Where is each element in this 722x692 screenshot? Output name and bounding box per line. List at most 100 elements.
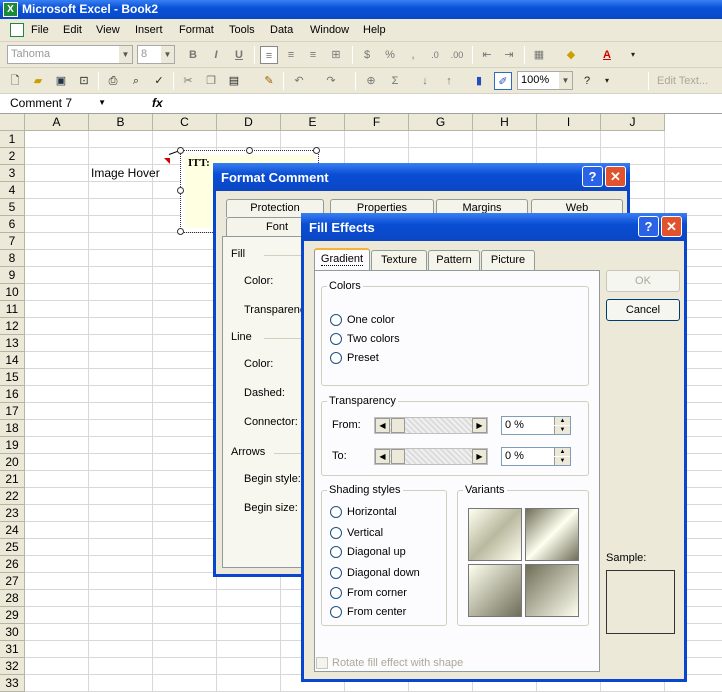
- chevron-right-icon[interactable]: ▶: [472, 449, 487, 464]
- row-header-28[interactable]: 28: [0, 590, 25, 607]
- increase-decimal-icon[interactable]: .0: [426, 46, 444, 64]
- row-header-25[interactable]: 25: [0, 539, 25, 556]
- chevron-right-icon[interactable]: ▶: [472, 418, 487, 433]
- spin-up-icon[interactable]: ▲: [554, 417, 570, 425]
- row-header-10[interactable]: 10: [0, 284, 25, 301]
- toolbar-options-icon[interactable]: ▾: [624, 46, 642, 64]
- spin-down-icon[interactable]: ▼: [554, 457, 570, 465]
- align-left-icon[interactable]: ≡: [260, 46, 278, 64]
- column-header-i[interactable]: I: [537, 114, 601, 131]
- row-header-30[interactable]: 30: [0, 624, 25, 641]
- row-header-12[interactable]: 12: [0, 318, 25, 335]
- select-all-corner[interactable]: [0, 114, 25, 131]
- horizontal-radio[interactable]: Horizontal: [330, 506, 397, 520]
- spin-down-icon[interactable]: ▼: [554, 426, 570, 434]
- row-header-15[interactable]: 15: [0, 369, 25, 386]
- chevron-left-icon[interactable]: ◀: [375, 418, 390, 433]
- new-document-icon[interactable]: 🗋: [6, 72, 24, 90]
- row-header-16[interactable]: 16: [0, 386, 25, 403]
- ok-button[interactable]: OK: [606, 270, 680, 292]
- tab-pattern[interactable]: Pattern: [428, 250, 480, 270]
- menu-data[interactable]: Data: [270, 24, 293, 36]
- fill-effects-title-bar[interactable]: Fill Effects ? ✕: [301, 213, 687, 241]
- chart-wizard-icon[interactable]: ▮: [470, 72, 488, 90]
- row-header-21[interactable]: 21: [0, 471, 25, 488]
- cancel-button[interactable]: Cancel: [606, 299, 680, 321]
- drawing-icon[interactable]: ✐: [494, 72, 512, 90]
- row-header-6[interactable]: 6: [0, 216, 25, 233]
- row-header-17[interactable]: 17: [0, 403, 25, 420]
- row-header-18[interactable]: 18: [0, 420, 25, 437]
- format-painter-icon[interactable]: ✎: [260, 72, 278, 90]
- slider-thumb[interactable]: [391, 418, 405, 433]
- row-header-1[interactable]: 1: [0, 131, 25, 148]
- to-spinner[interactable]: 0 % ▲ ▼: [501, 447, 571, 466]
- from-corner-radio[interactable]: From corner: [330, 587, 407, 601]
- row-header-11[interactable]: 11: [0, 301, 25, 318]
- format-comment-title-bar[interactable]: Format Comment ? ✕: [213, 163, 630, 191]
- row-header-5[interactable]: 5: [0, 199, 25, 216]
- spelling-icon[interactable]: ✓: [150, 72, 168, 90]
- toolbar-options-icon[interactable]: ▾: [598, 72, 616, 90]
- zoom-combo[interactable]: 100% ▼: [517, 71, 573, 90]
- row-header-20[interactable]: 20: [0, 454, 25, 471]
- print-icon[interactable]: ⎙: [104, 72, 122, 90]
- autosum-icon[interactable]: Σ: [386, 72, 404, 90]
- spin-up-icon[interactable]: ▲: [554, 448, 570, 456]
- from-spinner[interactable]: 0 % ▲ ▼: [501, 416, 571, 435]
- merge-center-icon[interactable]: ⊞: [327, 46, 345, 64]
- to-slider[interactable]: ◀ ▶: [374, 448, 488, 465]
- menu-format[interactable]: Format: [179, 24, 214, 36]
- menu-tools[interactable]: Tools: [229, 24, 255, 36]
- two-colors-radio[interactable]: Two colors: [330, 333, 400, 347]
- row-header-4[interactable]: 4: [0, 182, 25, 199]
- redo-icon[interactable]: ↷: [322, 72, 340, 90]
- open-folder-icon[interactable]: ▰: [29, 72, 47, 90]
- print-preview-icon[interactable]: ⌕: [127, 72, 145, 90]
- fx-icon[interactable]: fx: [152, 96, 163, 110]
- row-header-32[interactable]: 32: [0, 658, 25, 675]
- column-header-a[interactable]: A: [25, 114, 89, 131]
- row-header-9[interactable]: 9: [0, 267, 25, 284]
- sort-descending-icon[interactable]: ↑: [440, 72, 458, 90]
- undo-icon[interactable]: ↶: [290, 72, 308, 90]
- row-header-23[interactable]: 23: [0, 505, 25, 522]
- row-header-27[interactable]: 27: [0, 573, 25, 590]
- save-icon[interactable]: ▣: [52, 72, 70, 90]
- font-size-combo[interactable]: 8 ▼: [137, 45, 175, 64]
- row-header-2[interactable]: 2: [0, 148, 25, 165]
- menu-file[interactable]: File: [31, 24, 49, 36]
- resize-handle[interactable]: [246, 147, 253, 154]
- one-color-radio[interactable]: One color: [330, 314, 395, 328]
- underline-icon[interactable]: U: [230, 46, 248, 64]
- comma-style-icon[interactable]: ,: [404, 46, 422, 64]
- decrease-decimal-icon[interactable]: .00: [448, 46, 466, 64]
- menu-insert[interactable]: Insert: [135, 24, 163, 36]
- increase-indent-icon[interactable]: ⇥: [500, 46, 518, 64]
- bold-icon[interactable]: B: [184, 46, 202, 64]
- permission-icon[interactable]: ⊡: [75, 72, 93, 90]
- excel-app-icon[interactable]: X: [3, 2, 18, 17]
- column-header-f[interactable]: F: [345, 114, 409, 131]
- decrease-indent-icon[interactable]: ⇤: [478, 46, 496, 64]
- variant-1[interactable]: [468, 508, 522, 561]
- workbook-icon[interactable]: [10, 23, 24, 37]
- tab-picture[interactable]: Picture: [481, 250, 535, 270]
- borders-icon[interactable]: ▦: [530, 46, 548, 64]
- column-header-h[interactable]: H: [473, 114, 537, 131]
- vertical-radio[interactable]: Vertical: [330, 527, 383, 541]
- preset-radio[interactable]: Preset: [330, 352, 379, 366]
- resize-handle[interactable]: [177, 147, 184, 154]
- align-center-icon[interactable]: ≡: [282, 46, 300, 64]
- help-icon[interactable]: ?: [638, 216, 659, 237]
- sort-ascending-icon[interactable]: ↓: [416, 72, 434, 90]
- font-name-combo[interactable]: Tahoma ▼: [7, 45, 133, 64]
- column-header-e[interactable]: E: [281, 114, 345, 131]
- help-icon[interactable]: ?: [578, 72, 596, 90]
- variant-2[interactable]: [525, 508, 579, 561]
- percent-icon[interactable]: %: [381, 46, 399, 64]
- diagonal-up-radio[interactable]: Diagonal up: [330, 546, 406, 560]
- help-icon[interactable]: ?: [582, 166, 603, 187]
- column-header-g[interactable]: G: [409, 114, 473, 131]
- variant-3[interactable]: [468, 564, 522, 617]
